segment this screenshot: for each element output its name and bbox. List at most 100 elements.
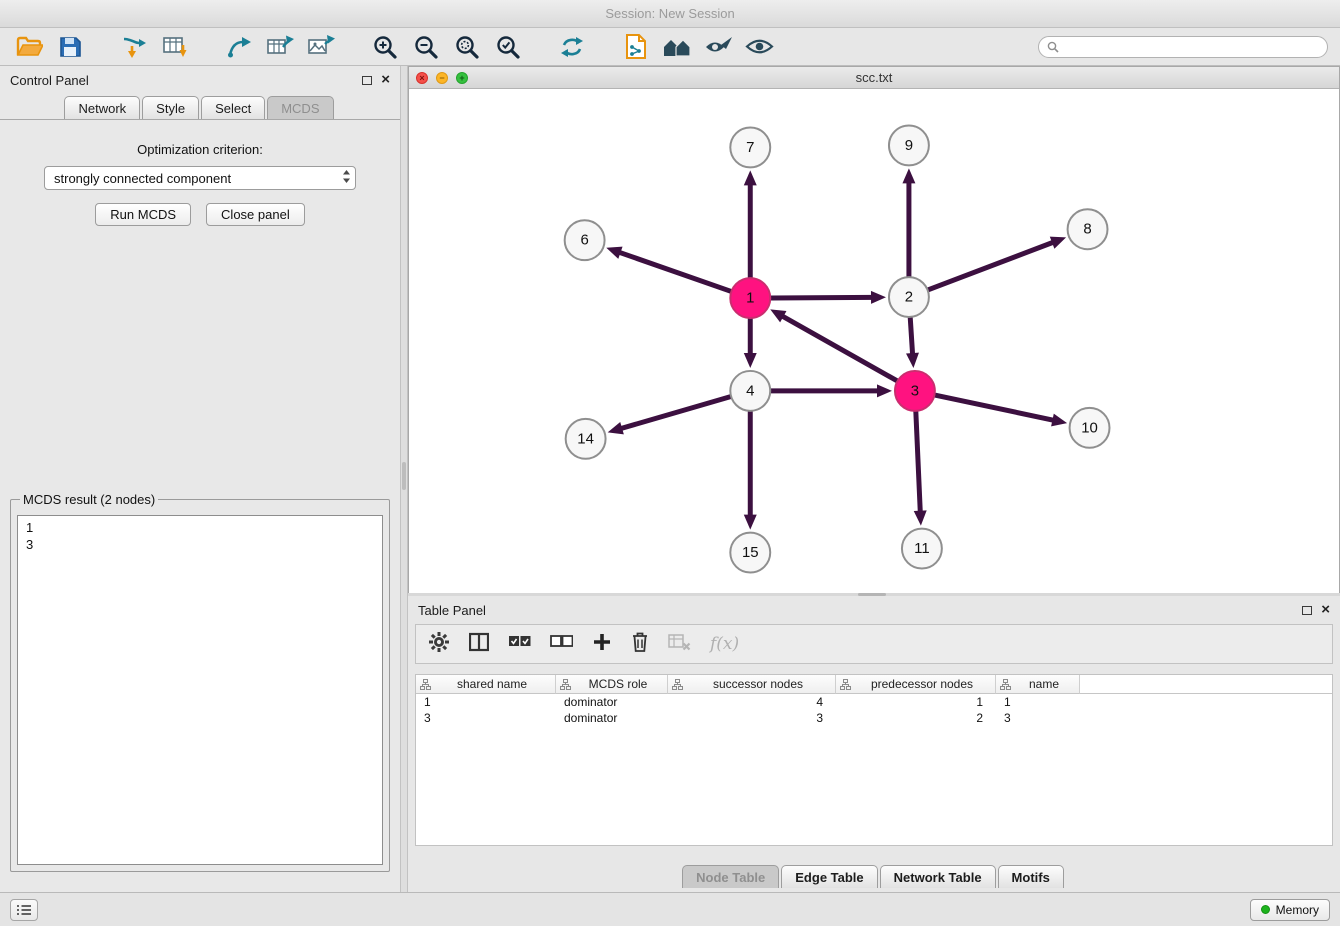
import-table-icon[interactable] [158,32,192,62]
table-panel-title: Table Panel [418,603,486,618]
svg-text:8: 8 [1083,221,1091,238]
zoom-selected-icon[interactable] [491,32,525,62]
graph-node-2[interactable]: 2 [889,277,929,317]
table-settings-gear-icon[interactable] [428,631,450,658]
column-header-name[interactable]: name [996,675,1080,694]
close-table-panel-icon[interactable]: × [1321,605,1330,615]
node-table[interactable]: shared nameMCDS rolesuccessor nodesprede… [415,674,1333,846]
column-header-predecessor-nodes[interactable]: predecessor nodes [836,675,996,694]
column-header-shared-name[interactable]: shared name [416,675,556,694]
export-image-icon[interactable] [304,32,338,62]
run-mcds-button[interactable]: Run MCDS [95,203,191,226]
open-session-icon[interactable] [12,32,46,62]
import-network-icon[interactable] [117,32,151,62]
mcds-result-list[interactable]: 13 [17,515,383,865]
graph-edge-2-3[interactable] [906,318,919,368]
graph-edge-1-2[interactable] [771,291,886,304]
column-browser-icon[interactable] [469,632,489,657]
close-control-panel-icon[interactable]: × [381,75,390,85]
graph-edge-1-6[interactable] [606,247,730,292]
search-input[interactable] [1064,40,1319,54]
table-cell[interactable]: 1 [836,695,996,709]
table-cell[interactable]: 1 [416,695,556,709]
unselect-all-icon[interactable] [550,635,573,653]
graph-edge-4-15[interactable] [744,412,757,530]
graph-node-9[interactable]: 9 [889,125,929,165]
column-header-successor-nodes[interactable]: successor nodes [668,675,836,694]
export-table-icon[interactable] [263,32,297,62]
tab-network-table[interactable]: Network Table [880,865,996,888]
style-eye-icon[interactable] [701,32,735,62]
memory-button[interactable]: Memory [1250,899,1330,921]
zoom-in-icon[interactable] [368,32,402,62]
network-document-icon[interactable] [619,32,653,62]
add-column-icon[interactable] [592,632,612,657]
graph-node-11[interactable]: 11 [902,529,942,569]
tab-style[interactable]: Style [142,96,199,119]
graph-node-10[interactable]: 10 [1070,408,1110,448]
column-header-MCDS-role[interactable]: MCDS role [556,675,668,694]
table-cell[interactable]: dominator [556,695,668,709]
graph-node-8[interactable]: 8 [1068,209,1108,249]
zoom-out-icon[interactable] [409,32,443,62]
graph-edge-3-10[interactable] [935,395,1067,426]
graph-edge-1-4[interactable] [744,319,757,368]
refresh-view-icon[interactable] [555,32,589,62]
network-window-title: scc.txt [409,70,1339,85]
network-canvas[interactable]: 7 9 6 8 1 2 4 3 10 14 15 11 [409,89,1339,593]
graph-node-7[interactable]: 7 [730,127,770,167]
minimize-window-icon[interactable]: − [436,72,448,84]
svg-text:9: 9 [905,137,913,154]
save-session-icon[interactable] [53,32,87,62]
float-table-panel-icon[interactable] [1302,606,1312,615]
show-graphics-details-icon[interactable] [742,32,776,62]
table-cell[interactable]: 1 [996,695,1080,709]
window-titlebar[interactable]: Session: New Session [0,0,1340,28]
delete-column-icon[interactable] [631,631,649,658]
tab-motifs[interactable]: Motifs [998,865,1064,888]
table-row[interactable]: 3dominator323 [416,710,1332,726]
table-cell[interactable]: 3 [668,711,836,725]
network-window-titlebar[interactable]: × − + scc.txt [409,67,1339,89]
table-cell[interactable]: 3 [416,711,556,725]
graph-edge-2-8[interactable] [929,237,1067,290]
graph-node-3[interactable]: 3 [895,371,935,411]
home-view-icon[interactable] [660,32,694,62]
zoom-fit-icon[interactable] [450,32,484,62]
table-cell[interactable]: 2 [836,711,996,725]
graph-node-6[interactable]: 6 [565,220,605,260]
tab-network[interactable]: Network [64,96,140,119]
graph-edge-1-7[interactable] [744,170,757,277]
graph-node-14[interactable]: 14 [566,419,606,459]
vertical-splitter-handle[interactable] [402,462,406,490]
tab-select[interactable]: Select [201,96,265,119]
graph-edge-4-3[interactable] [771,384,892,397]
graph-edge-3-1[interactable] [770,309,896,380]
export-network-icon[interactable] [222,32,256,62]
float-control-panel-icon[interactable] [362,76,372,85]
table-row[interactable]: 1dominator411 [416,694,1332,710]
tab-edge-table[interactable]: Edge Table [781,865,877,888]
select-all-icon[interactable] [508,635,531,653]
table-cell[interactable]: dominator [556,711,668,725]
tab-mcds[interactable]: MCDS [267,96,333,119]
task-history-button[interactable] [10,899,38,921]
close-panel-button[interactable]: Close panel [206,203,305,226]
graph-edge-2-9[interactable] [902,168,915,276]
network-graph[interactable]: 7 9 6 8 1 2 4 3 10 14 15 11 [409,89,1339,593]
mcds-result-title: MCDS result (2 nodes) [20,492,158,507]
close-window-icon[interactable]: × [416,72,428,84]
graph-edge-3-11[interactable] [914,412,927,526]
vertical-splitter[interactable] [400,66,408,892]
graph-node-4[interactable]: 4 [730,371,770,411]
tab-node-table[interactable]: Node Table [682,865,779,888]
criterion-dropdown[interactable]: strongly connected component [44,166,356,190]
search-box[interactable] [1038,36,1328,58]
maximize-window-icon[interactable]: + [456,72,468,84]
table-cell[interactable]: 3 [996,711,1080,725]
control-panel-header: Control Panel × [0,66,400,94]
graph-node-15[interactable]: 15 [730,533,770,573]
graph-node-1[interactable]: 1 [730,278,770,318]
graph-edge-4-14[interactable] [608,397,730,435]
table-cell[interactable]: 4 [668,695,836,709]
